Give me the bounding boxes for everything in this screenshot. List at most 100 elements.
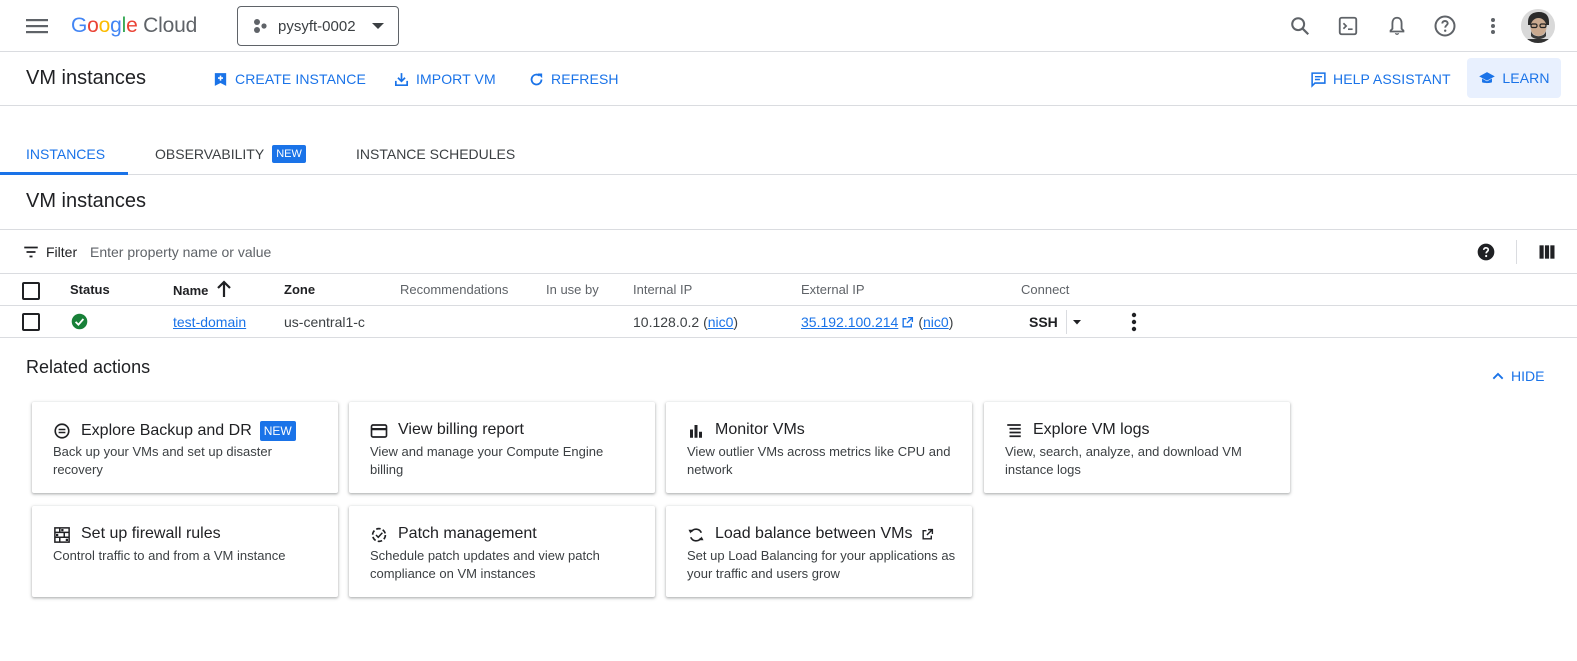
card-title: View billing report (398, 421, 524, 438)
internal-ip-cell: 10.128.0.2 (nic0) (633, 314, 739, 330)
hamburger-menu-icon (26, 19, 48, 34)
search-icon (1291, 17, 1310, 36)
instance-name-link[interactable]: test-domain (173, 314, 246, 330)
more-vert-icon (1491, 18, 1495, 34)
sort-ascending-icon (217, 280, 232, 297)
filter-help-button[interactable] (1476, 242, 1496, 262)
column-header-recommendations[interactable]: Recommendations (400, 282, 508, 297)
ssh-dropdown-button[interactable] (1070, 314, 1084, 330)
chevron-up-icon (1492, 372, 1504, 380)
tab-instances-label: INSTANCES (26, 145, 106, 162)
card-description: View, search, analyze, and download VM i… (1005, 444, 1242, 477)
card-title: Set up firewall rules (81, 525, 221, 542)
filter-input[interactable] (90, 241, 990, 263)
card-vm-logs[interactable]: Explore VM logs View, search, analyze, a… (984, 402, 1290, 493)
load-balance-icon (688, 528, 704, 542)
tab-instance-schedules-label: INSTANCE SCHEDULES (356, 145, 516, 162)
project-picker[interactable]: pysyft-0002 (237, 6, 399, 46)
column-header-status[interactable]: Status (70, 282, 110, 297)
create-instance-label: CREATE INSTANCE (235, 71, 366, 87)
filter-list-icon (24, 246, 38, 258)
caret-down-icon (1073, 320, 1081, 325)
card-firewall-rules[interactable]: Set up firewall rules Control traffic to… (32, 506, 338, 597)
learn-button[interactable]: LEARN (1467, 58, 1561, 98)
internal-nic-link[interactable]: nic0 (708, 314, 734, 330)
tab-observability[interactable]: OBSERVABILITY NEW (155, 132, 306, 175)
project-name: pysyft-0002 (278, 17, 356, 35)
ssh-button[interactable]: SSH (1029, 314, 1058, 330)
bar-chart-icon (690, 425, 702, 438)
card-title: Explore Backup and DR NEW (81, 421, 296, 441)
column-header-in-use-by[interactable]: In use by (546, 282, 599, 297)
row-actions-button[interactable] (1122, 310, 1146, 334)
external-ip-cell: 35.192.100.214 (nic0) (801, 314, 954, 330)
filter-button[interactable]: Filter (22, 243, 77, 261)
card-load-balance[interactable]: Load balance between VMs Set up Load Bal… (666, 506, 972, 597)
open-in-new-icon (922, 528, 934, 540)
card-description: Control traffic to and from a VM instanc… (53, 548, 286, 563)
tab-instance-schedules[interactable]: INSTANCE SCHEDULES (356, 132, 515, 175)
caret-down-icon (372, 23, 384, 29)
column-header-internal-ip[interactable]: Internal IP (633, 282, 692, 297)
section-title: VM instances (26, 190, 147, 212)
notifications-button[interactable] (1383, 12, 1411, 40)
column-header-external-ip[interactable]: External IP (801, 282, 865, 297)
import-vm-button[interactable]: IMPORT VM (393, 66, 496, 92)
help-filled-icon (1477, 243, 1495, 261)
project-icon (254, 19, 267, 33)
open-in-new-icon (902, 316, 914, 328)
bell-icon (1389, 16, 1405, 35)
column-display-button[interactable] (1537, 242, 1557, 262)
card-title: Monitor VMs (715, 421, 805, 438)
filter-label: Filter (46, 244, 78, 260)
help-assistant-button[interactable]: HELP ASSISTANT (1310, 66, 1451, 92)
backup-icon (54, 423, 70, 439)
card-description: Set up Load Balancing for your applicati… (687, 548, 956, 581)
more-vert-icon (1131, 312, 1137, 332)
column-header-connect[interactable]: Connect (1021, 282, 1069, 297)
tab-instances[interactable]: INSTANCES (26, 132, 105, 175)
new-badge: NEW (272, 144, 306, 163)
tab-observability-label: OBSERVABILITY (155, 145, 265, 162)
card-title: Load balance between VMs (715, 525, 934, 543)
card-billing-report[interactable]: View billing report View and manage your… (349, 402, 655, 493)
ssh-divider (1066, 310, 1067, 334)
select-all-checkbox[interactable] (22, 282, 40, 300)
help-assistant-label: HELP ASSISTANT (1333, 71, 1451, 87)
more-options-button[interactable] (1479, 12, 1507, 40)
table-header: Status Name Zone Recommendations In use … (0, 274, 1577, 306)
help-circle-icon (1434, 15, 1456, 37)
card-title-text: Load balance between VMs (715, 525, 913, 542)
table-row: test-domain us-central1-c 10.128.0.2 (ni… (0, 306, 1577, 338)
hide-related-button[interactable]: HIDE (1490, 368, 1544, 384)
card-description: Schedule patch updates and view patch co… (370, 548, 600, 581)
help-button[interactable] (1431, 12, 1459, 40)
internal-ip: 10.128.0.2 (633, 314, 700, 330)
instance-zone: us-central1-c (284, 314, 365, 330)
row-checkbox[interactable] (22, 313, 40, 331)
page-title: VM instances (26, 67, 147, 89)
main-menu-button[interactable] (22, 12, 52, 40)
card-backup-dr[interactable]: Explore Backup and DR NEW Back up your V… (32, 402, 338, 493)
chat-icon (1311, 71, 1326, 88)
external-nic-link[interactable]: nic0 (923, 314, 949, 330)
top-bar: Google Cloud pysyft-0002 (0, 0, 1577, 52)
card-description: View outlier VMs across metrics like CPU… (687, 444, 951, 477)
search-button[interactable] (1286, 12, 1314, 40)
card-patch-management[interactable]: Patch management Schedule patch updates … (349, 506, 655, 597)
refresh-button[interactable]: REFRESH (528, 66, 619, 92)
card-monitor-vms[interactable]: Monitor VMs View outlier VMs across metr… (666, 402, 972, 493)
create-instance-button[interactable]: CREATE INSTANCE (212, 66, 366, 92)
tab-bar: INSTANCES OBSERVABILITY NEW INSTANCE SCH… (0, 132, 1577, 175)
firewall-icon (54, 527, 70, 543)
external-ip-link[interactable]: 35.192.100.214 (801, 314, 898, 330)
cloud-shell-button[interactable] (1334, 12, 1362, 40)
google-cloud-logo[interactable]: Google Cloud (71, 12, 197, 40)
download-icon (394, 72, 409, 86)
view-column-icon (1539, 245, 1555, 259)
action-bar: VM instances CREATE INSTANCE IMPORT VM R… (0, 52, 1577, 106)
card-description: Back up your VMs and set up disaster rec… (53, 444, 272, 477)
account-avatar[interactable] (1521, 9, 1555, 43)
column-header-zone[interactable]: Zone (284, 282, 315, 297)
column-header-name[interactable]: Name (173, 280, 232, 298)
